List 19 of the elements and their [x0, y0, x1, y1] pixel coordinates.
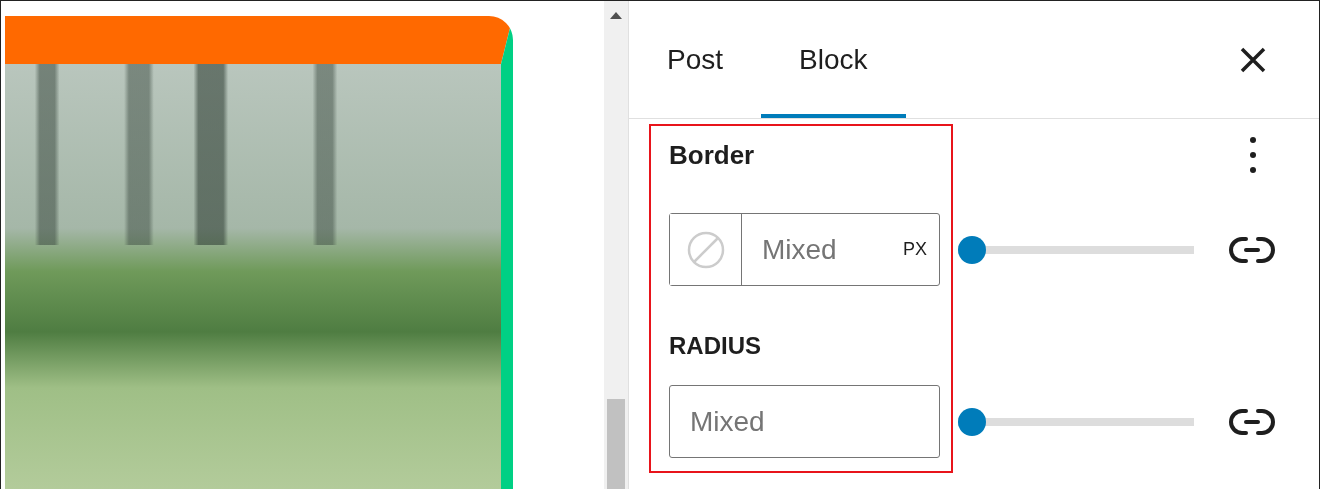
radius-label: RADIUS: [669, 332, 762, 360]
scroll-up-icon[interactable]: [610, 11, 622, 19]
radius-input[interactable]: Mixed: [669, 385, 940, 458]
unlink-button[interactable]: [1229, 234, 1275, 265]
tab[interactable]: Post: [629, 1, 762, 118]
no-color-icon: [685, 229, 726, 270]
section-title: Border: [669, 139, 755, 171]
unlink-icon: [1229, 406, 1275, 437]
scrollbar[interactable]: [604, 1, 628, 489]
unit-label: PX: [903, 239, 928, 260]
kebab-icon: [1250, 137, 1256, 173]
slider-thumb[interactable]: [958, 235, 986, 264]
unlink-icon: [1229, 234, 1275, 265]
width-input[interactable]: Mixed: [742, 233, 903, 266]
tab[interactable]: Block: [761, 1, 906, 118]
scrollbar-thumb[interactable]: [607, 399, 625, 489]
slider-thumb[interactable]: [958, 407, 986, 436]
unlink-button[interactable]: [1229, 406, 1275, 437]
border-width-control[interactable]: Mixed PX: [669, 213, 940, 286]
